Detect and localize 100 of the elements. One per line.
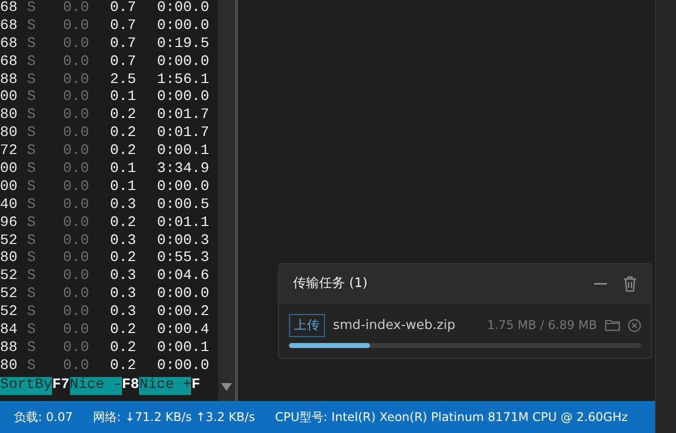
terminal-cell: 68 <box>0 18 18 34</box>
terminal-cell: 0.0 <box>63 340 90 356</box>
terminal-cell: 52 <box>0 232 18 249</box>
terminal-cell: 52 <box>0 304 18 320</box>
terminal-cell: S <box>27 232 36 249</box>
panel-title: 传输任务 (1) <box>293 275 368 294</box>
cancel-icon[interactable] <box>628 318 641 332</box>
terminal-cell: 0.0 <box>63 36 90 52</box>
minimize-icon[interactable] <box>594 283 607 285</box>
terminal-cell: 0:01.7 <box>157 125 210 142</box>
terminal-cell: S <box>27 36 36 52</box>
trash-icon[interactable] <box>623 276 637 292</box>
terminal-cell: 0:00.0 <box>157 0 210 16</box>
terminal-cell: 0.7 <box>110 54 136 70</box>
function-key[interactable]: F8 <box>122 376 140 395</box>
terminal-cell: 0.2 <box>110 358 136 374</box>
terminal-cell: 0.0 <box>63 322 90 338</box>
terminal-cell: 0.3 <box>110 232 136 249</box>
terminal-cell: 0.1 <box>110 89 136 106</box>
terminal-cell: 0:00.0 <box>157 89 210 106</box>
terminal-cell: 0.0 <box>63 304 90 320</box>
terminal-cell: 52 <box>0 286 18 302</box>
terminal-cell: 0.0 <box>63 18 90 34</box>
terminal-cell: 68 <box>0 54 18 70</box>
terminal-cell: 0.7 <box>110 18 136 34</box>
terminal-cell: 52 <box>0 268 18 284</box>
terminal-cell: 0:00.2 <box>157 304 210 320</box>
terminal-cell: S <box>27 196 36 213</box>
terminal-cell: S <box>27 107 36 124</box>
terminal-cell: 0:01.7 <box>157 107 210 124</box>
terminal-cell: 0:55.3 <box>157 250 210 266</box>
terminal-cell: 0.1 <box>110 161 136 178</box>
terminal-cell: 84 <box>0 322 18 338</box>
terminal-cell: 80 <box>0 250 18 266</box>
terminal-cell: 68 <box>0 36 18 52</box>
terminal-cell: 0:00.1 <box>157 143 210 160</box>
terminal-cell: S <box>27 72 36 88</box>
terminal-cell: 0:19.5 <box>157 36 210 52</box>
terminal-cell: S <box>27 178 36 195</box>
terminal-cell: 0.2 <box>110 143 136 160</box>
terminal-cell: 0.1 <box>110 178 136 195</box>
terminal-cell: 80 <box>0 358 18 374</box>
direction-badge: 上传 <box>289 314 325 337</box>
folder-icon[interactable] <box>605 319 620 332</box>
terminal-cell: 80 <box>0 107 18 124</box>
terminal-cell: 0.0 <box>63 54 90 70</box>
terminal-cell: 0:00.5 <box>157 196 210 213</box>
scroll-down-icon[interactable] <box>221 383 232 391</box>
terminal-cell: 00 <box>0 161 18 178</box>
terminal-cell: 0.0 <box>63 125 90 142</box>
terminal-cell: 0.2 <box>110 125 136 142</box>
terminal-cell: 40 <box>0 196 18 213</box>
terminal-cell: 0.0 <box>63 250 90 266</box>
terminal-cell: 0.0 <box>63 161 90 178</box>
status-label: 网络: <box>92 409 121 426</box>
terminal-cell: S <box>27 322 36 338</box>
terminal-cell: 0.0 <box>63 268 90 284</box>
terminal-cell: 0.7 <box>110 36 136 52</box>
terminal-cell: 0.0 <box>63 143 90 160</box>
terminal-cell: 0.3 <box>110 286 136 302</box>
terminal-cell: 00 <box>0 89 18 106</box>
terminal-cell: S <box>27 286 36 302</box>
terminal-cell: 0:01.1 <box>157 214 210 231</box>
terminal-cell: 0.0 <box>63 232 90 249</box>
terminal-cell: 2.5 <box>110 72 136 88</box>
terminal-cell: 3:34.9 <box>157 161 210 178</box>
terminal-cell: 0:00.0 <box>157 358 210 374</box>
terminal-cell: 0.7 <box>110 0 136 16</box>
function-key[interactable]: F <box>191 376 200 395</box>
terminal-cell: 0:00.0 <box>157 178 210 195</box>
terminal-cell: 0:00.4 <box>157 322 210 338</box>
terminal-cell: 72 <box>0 143 18 160</box>
terminal-cell: S <box>27 340 36 356</box>
status-value: ↓71.2 KB/s ↑3.2 KB/s <box>124 409 255 426</box>
function-label: SortBy <box>0 376 52 395</box>
terminal-cell: S <box>27 358 36 374</box>
terminal-cell: 0:00.0 <box>157 54 210 70</box>
terminal-cell: 0.0 <box>63 358 90 374</box>
file-name: smd-index-web.zip <box>333 316 456 335</box>
function-key[interactable]: F7 <box>52 376 70 395</box>
terminal-cell: 00 <box>0 178 18 195</box>
terminal-cell: 0:00.0 <box>157 18 210 34</box>
terminal-cell: S <box>27 214 36 231</box>
terminal-cell: S <box>27 18 36 34</box>
terminal-cell: 0.0 <box>63 178 90 195</box>
terminal-cell: 96 <box>0 214 18 231</box>
terminal-cell: 0.3 <box>110 304 136 320</box>
terminal-cell: S <box>27 304 36 320</box>
terminal-cell: 0.0 <box>63 89 90 106</box>
terminal-cell: 0.0 <box>63 214 90 231</box>
terminal-cell: 88 <box>0 72 18 88</box>
status-label: 负载: <box>14 409 42 426</box>
terminal-cell: 0.3 <box>110 268 136 284</box>
status-value: Intel(R) Xeon(R) Platinum 8171M CPU @ 2.60GHz <box>331 409 628 426</box>
terminal-cell: 0.2 <box>110 340 136 356</box>
terminal-cell: 0:00.0 <box>157 286 210 302</box>
file-size: 1.75 MB / 6.89 MB <box>487 317 597 334</box>
terminal-cell: S <box>27 54 36 70</box>
terminal-cell: S <box>27 125 36 142</box>
terminal-cell: S <box>27 250 36 266</box>
